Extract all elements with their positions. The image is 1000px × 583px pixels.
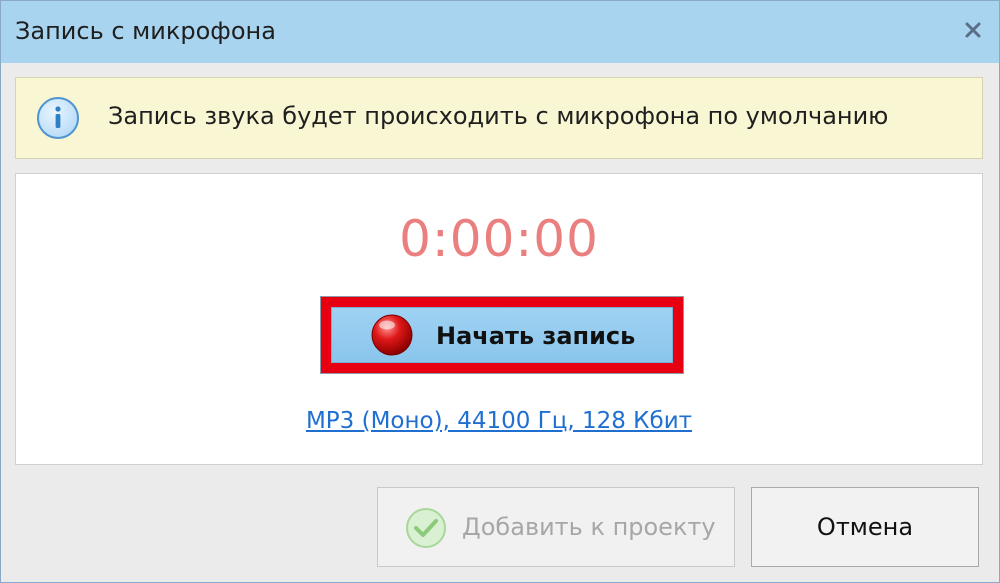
close-button[interactable] xyxy=(958,15,988,45)
cancel-label: Отмена xyxy=(816,513,914,541)
start-recording-button-face[interactable]: Начать запись xyxy=(331,307,673,363)
audio-format-link[interactable]: MP3 (Моно), 44100 Гц, 128 Кбит xyxy=(16,408,982,434)
record-icon xyxy=(370,313,414,357)
start-recording-button[interactable]: Начать запись xyxy=(320,296,684,374)
info-message: Запись звука будет происходить с микрофо… xyxy=(108,102,889,130)
window-title: Запись с микрофона xyxy=(15,17,276,45)
start-recording-label: Начать запись xyxy=(436,322,636,350)
close-icon xyxy=(965,22,981,38)
info-banner: Запись звука будет происходить с микрофо… xyxy=(15,77,983,159)
cancel-button[interactable]: Отмена xyxy=(751,487,979,567)
info-icon xyxy=(36,96,80,140)
recording-timer: 0:00:00 xyxy=(399,210,599,268)
add-to-project-button[interactable]: Добавить к проекту xyxy=(377,487,735,567)
check-icon xyxy=(404,506,448,550)
title-bar[interactable]: Запись с микрофона xyxy=(1,1,999,63)
recorder-panel: 0:00:00 Начать запись MP3 (Моно), 44100 … xyxy=(15,173,983,465)
add-to-project-label: Добавить к проекту xyxy=(462,513,716,541)
recording-dialog: Запись с микрофона Запись звука будет пр… xyxy=(0,0,1000,583)
